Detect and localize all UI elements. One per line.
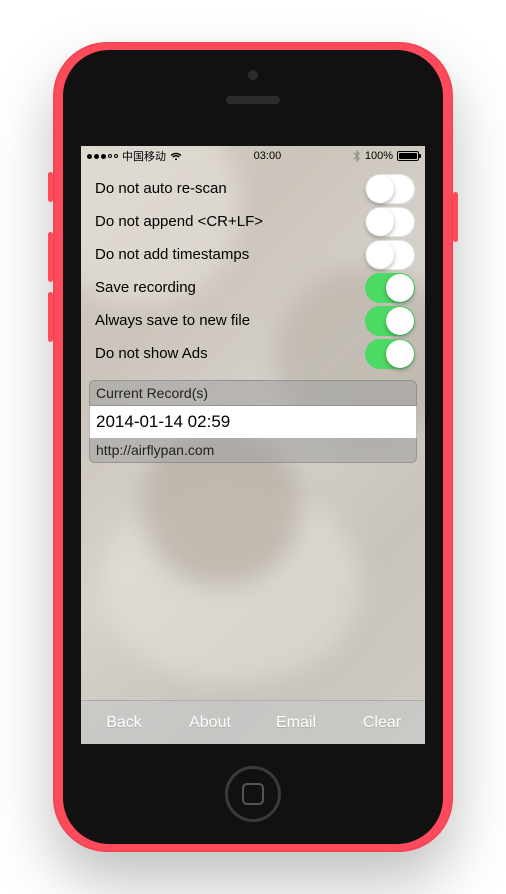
battery-pct-label: 100%: [365, 150, 393, 162]
setting-toggle[interactable]: [365, 240, 415, 270]
setting-toggle[interactable]: [365, 339, 415, 369]
setting-row: Save recording: [95, 271, 415, 304]
device-mockup: 中国移动 03:00 100%: [0, 0, 506, 894]
setting-toggle[interactable]: [365, 306, 415, 336]
setting-row: Do not add timestamps: [95, 238, 415, 271]
bluetooth-icon: [353, 150, 361, 162]
side-button: [48, 232, 53, 282]
setting-label: Do not add timestamps: [95, 246, 365, 263]
wifi-icon: [170, 151, 182, 161]
screen: 中国移动 03:00 100%: [81, 146, 425, 744]
bottom-toolbar: Back About Email Clear: [81, 700, 425, 744]
setting-toggle[interactable]: [365, 207, 415, 237]
setting-row: Do not show Ads: [95, 337, 415, 370]
records-footer-link[interactable]: http://airflypan.com: [89, 438, 417, 463]
phone-bezel: 中国移动 03:00 100%: [63, 50, 443, 844]
setting-label: Save recording: [95, 279, 365, 296]
home-button[interactable]: [225, 766, 281, 822]
setting-toggle[interactable]: [365, 273, 415, 303]
clock-label: 03:00: [182, 150, 353, 162]
settings-list: Do not auto re-scan Do not append <CR+LF>…: [81, 166, 425, 374]
records-header: Current Record(s): [89, 380, 417, 406]
clear-button[interactable]: Clear: [339, 714, 425, 732]
status-bar: 中国移动 03:00 100%: [81, 146, 425, 166]
setting-row: Do not auto re-scan: [95, 172, 415, 205]
back-button[interactable]: Back: [81, 714, 167, 732]
front-camera: [248, 70, 258, 80]
records-item[interactable]: 2014-01-14 02:59: [89, 406, 417, 438]
setting-row: Do not append <CR+LF>: [95, 205, 415, 238]
side-button: [453, 192, 458, 242]
email-button[interactable]: Email: [253, 714, 339, 732]
setting-label: Always save to new file: [95, 312, 365, 329]
about-button[interactable]: About: [167, 714, 253, 732]
earpiece: [226, 96, 280, 104]
setting-row: Always save to new file: [95, 304, 415, 337]
side-button: [48, 172, 53, 202]
phone-shell: 中国移动 03:00 100%: [53, 42, 453, 852]
signal-dots-icon: [87, 154, 118, 159]
setting-toggle[interactable]: [365, 174, 415, 204]
carrier-label: 中国移动: [122, 148, 166, 164]
setting-label: Do not show Ads: [95, 345, 365, 362]
records-panel: Current Record(s) 2014-01-14 02:59 http:…: [89, 380, 417, 463]
setting-label: Do not append <CR+LF>: [95, 213, 365, 230]
setting-label: Do not auto re-scan: [95, 180, 365, 197]
battery-icon: [397, 151, 419, 161]
side-button: [48, 292, 53, 342]
